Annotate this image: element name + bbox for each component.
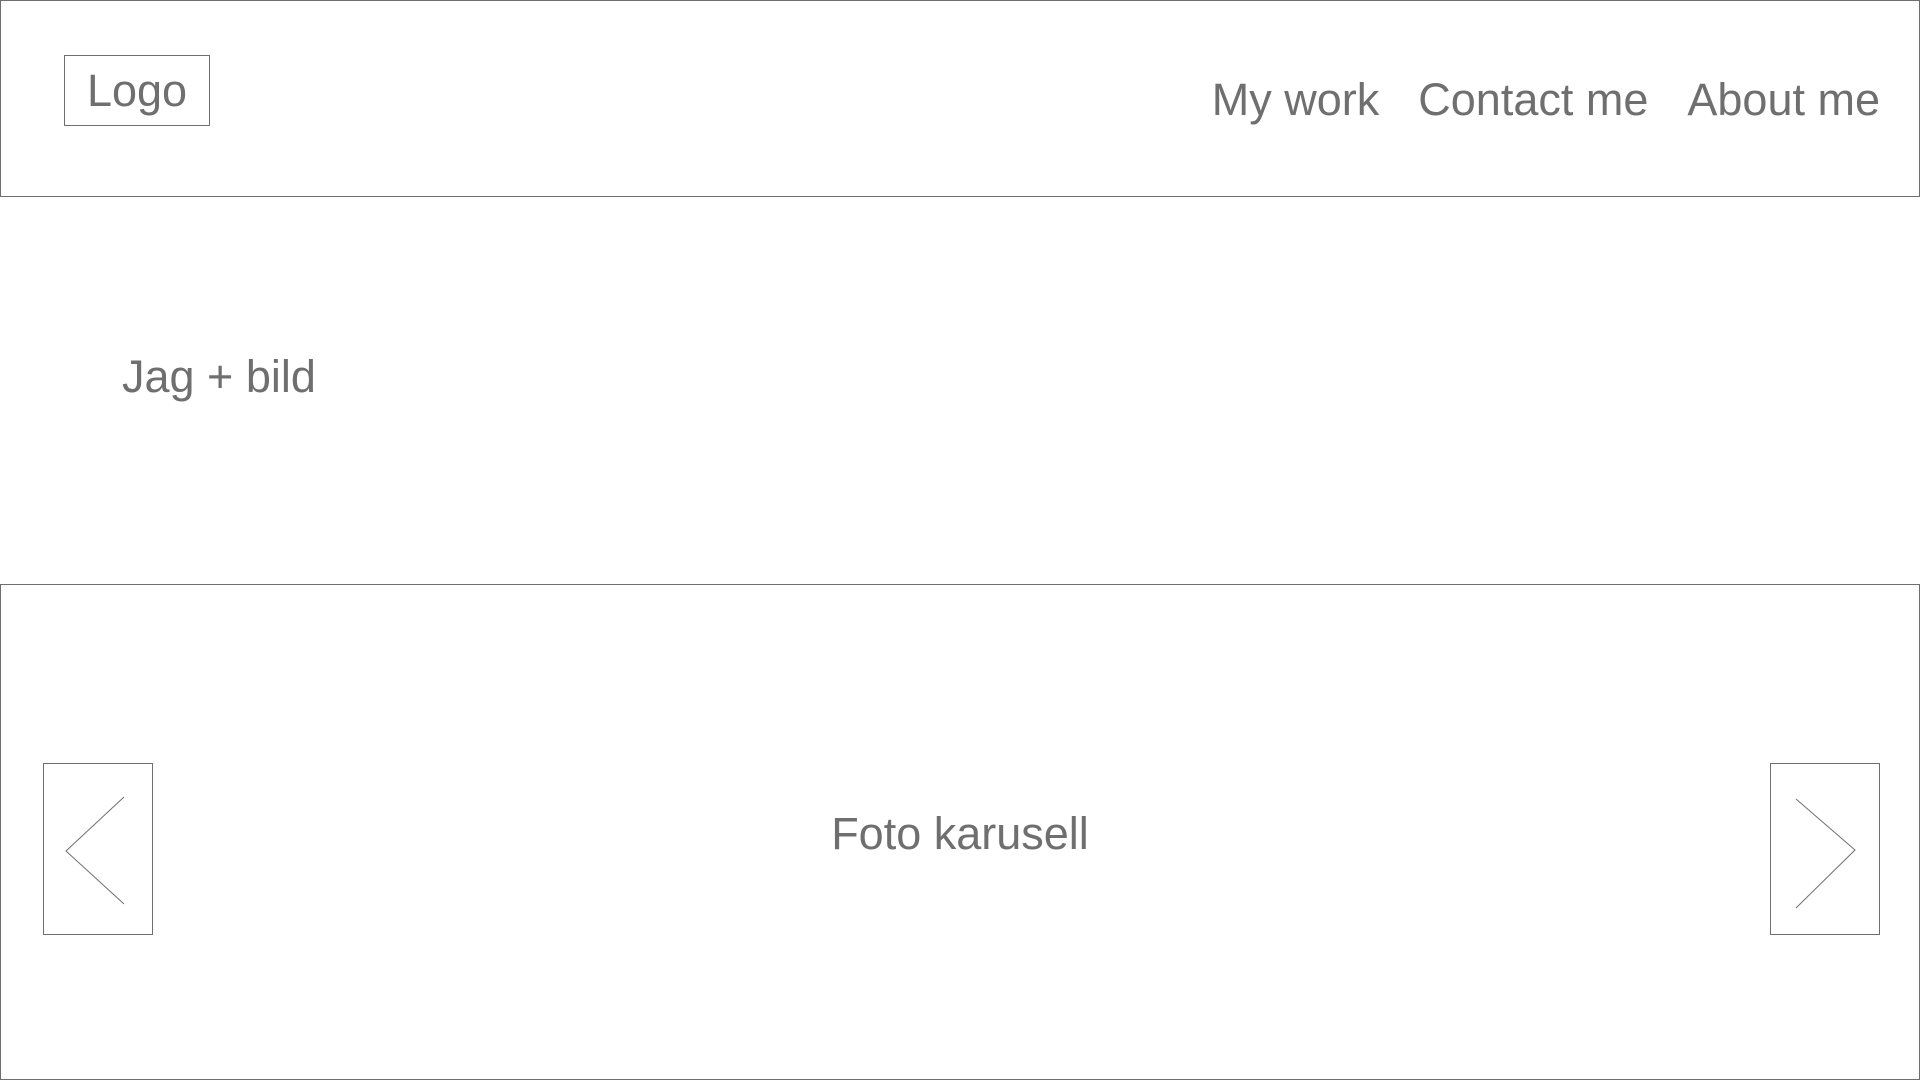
carousel-label: Foto karusell <box>831 808 1089 859</box>
intro-placeholder: Jag + bild <box>122 351 316 402</box>
nav-my-work[interactable]: My work <box>1212 73 1380 127</box>
chevron-right-icon <box>1795 798 1856 909</box>
carousel-next-button[interactable] <box>1770 763 1880 935</box>
nav-about-me[interactable]: About me <box>1687 73 1880 127</box>
site-header: Logo My work Contact me About me <box>0 0 1920 197</box>
nav-contact-me[interactable]: Contact me <box>1418 73 1648 127</box>
logo[interactable]: Logo <box>64 55 210 126</box>
main-nav: My work Contact me About me <box>1212 73 1880 127</box>
photo-carousel: Foto karusell <box>0 584 1920 1080</box>
